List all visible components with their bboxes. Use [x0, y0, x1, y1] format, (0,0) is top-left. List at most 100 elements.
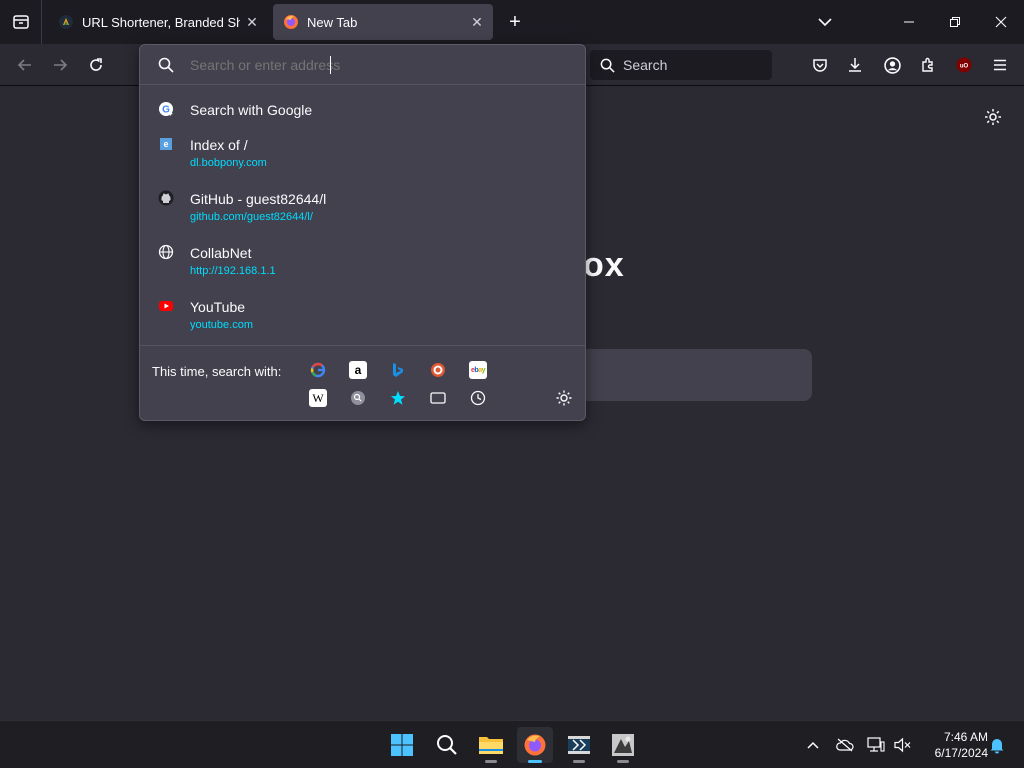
list-all-tabs-button[interactable] — [812, 10, 838, 34]
engine-wikipedia-button[interactable]: W — [309, 389, 327, 407]
google-icon: G — [159, 102, 173, 117]
close-tab-icon[interactable]: ✕ — [240, 10, 264, 34]
firefox-logo-icon — [524, 734, 546, 756]
new-tab-search-box[interactable] — [580, 349, 812, 401]
search-bar[interactable]: Search — [590, 50, 772, 80]
result-row-search-with-google[interactable]: G Search with Google — [140, 97, 585, 127]
search-bookmarks-button[interactable] — [389, 389, 407, 407]
account-button[interactable] — [877, 50, 907, 80]
one-off-search-label: This time, search with: — [152, 364, 282, 379]
ublock-origin-icon: uO — [956, 57, 972, 73]
tab-url-shortener[interactable]: URL Shortener, Branded Short Links & Ana… — [48, 4, 268, 40]
running-indicator — [528, 760, 542, 763]
address-bar-dropdown: G Search with Google e Index of / dl.bob… — [139, 44, 586, 421]
address-bar[interactable] — [140, 45, 585, 85]
clock-date: 6/17/2024 — [934, 746, 988, 760]
firefox-view-icon — [12, 15, 29, 29]
start-button[interactable] — [384, 727, 420, 763]
new-tab-button[interactable]: + — [502, 8, 528, 36]
pocket-button[interactable] — [805, 50, 835, 80]
plus-icon: + — [509, 10, 521, 33]
search-bar-label: Search — [623, 57, 668, 73]
close-window-button[interactable] — [978, 0, 1024, 44]
volume-button[interactable] — [893, 735, 913, 755]
bell-icon — [990, 739, 1004, 754]
ie-page-icon: e — [160, 138, 172, 150]
windows-logo-icon — [391, 734, 413, 756]
minimize-button[interactable] — [886, 0, 932, 44]
engine-duckduckgo-button[interactable] — [429, 361, 447, 379]
engine-google-button[interactable] — [309, 361, 327, 379]
engine-bing-button[interactable] — [389, 361, 407, 379]
text-cursor — [330, 56, 331, 74]
svg-text:uO: uO — [960, 64, 969, 70]
github-icon — [158, 190, 174, 206]
gear-icon — [985, 109, 1001, 125]
personalize-new-tab-button[interactable] — [980, 104, 1006, 130]
svg-text:e: e — [163, 139, 168, 149]
result-url: dl.bobpony.com — [190, 157, 267, 169]
running-indicator — [573, 760, 585, 763]
downloads-button[interactable] — [840, 50, 870, 80]
back-arrow-icon — [17, 59, 31, 71]
puzzle-piece-icon — [922, 57, 933, 72]
firefox-view-button[interactable] — [0, 0, 42, 44]
network-icon — [867, 737, 885, 752]
result-row-youtube[interactable]: YouTube youtube.com — [140, 295, 585, 339]
forward-button[interactable] — [45, 50, 75, 80]
minimize-icon — [904, 21, 914, 23]
show-hidden-icons-button[interactable] — [803, 735, 823, 755]
image-app-button[interactable] — [605, 727, 641, 763]
account-icon — [883, 56, 901, 74]
search-icon — [158, 55, 178, 75]
search-tabs-button[interactable] — [429, 389, 447, 407]
result-title: GitHub - guest82644/l — [190, 191, 327, 207]
cloud-offline-icon — [836, 738, 854, 752]
taskbar-search-button[interactable] — [429, 727, 465, 763]
system-clock[interactable]: 7:46 AM 6/17/2024 — [918, 729, 988, 761]
close-tab-icon[interactable]: ✕ — [465, 10, 489, 34]
notification-center-button[interactable] — [987, 735, 1007, 755]
search-icon — [437, 735, 457, 755]
extensions-button[interactable] — [913, 50, 943, 80]
engine-ebay-button[interactable]: ebay — [469, 361, 487, 379]
hamburger-menu-icon — [994, 59, 1006, 71]
close-icon — [995, 16, 1007, 28]
tab-strip: URL Shortener, Branded Short Links & Ana… — [0, 0, 1024, 44]
app-tile-icon — [612, 734, 634, 756]
result-row-index-of[interactable]: e Index of / dl.bobpony.com — [140, 133, 585, 177]
divider — [140, 345, 585, 346]
result-url: youtube.com — [190, 319, 253, 331]
tab-new-tab[interactable]: New Tab ✕ — [273, 4, 493, 40]
restore-button[interactable] — [932, 0, 978, 44]
file-explorer-button[interactable] — [473, 727, 509, 763]
media-app-button[interactable] — [561, 727, 597, 763]
result-title: CollabNet — [190, 245, 252, 261]
firefox-taskbar-button[interactable] — [517, 727, 553, 763]
onedrive-button[interactable] — [835, 735, 855, 755]
svg-text:G: G — [162, 105, 170, 116]
result-row-github[interactable]: GitHub - guest82644/l github.com/guest82… — [140, 187, 585, 231]
magnifier-circle-icon — [351, 391, 365, 405]
address-input[interactable] — [190, 56, 490, 73]
result-url: http://192.168.1.1 — [190, 265, 276, 277]
result-row-collabnet[interactable]: CollabNet http://192.168.1.1 — [140, 241, 585, 285]
search-settings-button[interactable] — [555, 389, 573, 407]
folder-icon — [479, 737, 503, 754]
app-menu-button[interactable] — [985, 50, 1015, 80]
reload-button[interactable] — [81, 50, 111, 80]
running-indicator — [485, 760, 497, 763]
windows-taskbar: 7:46 AM 6/17/2024 — [0, 720, 1024, 768]
ublock-origin-button[interactable]: uO — [949, 50, 979, 80]
back-button[interactable] — [10, 50, 40, 80]
search-icon — [600, 58, 615, 73]
firefox-logo-icon — [284, 15, 298, 29]
pocket-icon — [813, 59, 827, 72]
clock-icon — [470, 390, 486, 406]
engine-search-button[interactable] — [349, 389, 367, 407]
search-history-button[interactable] — [469, 389, 487, 407]
engine-amazon-button[interactable]: a — [349, 361, 367, 379]
reload-icon — [90, 58, 102, 71]
download-icon — [849, 58, 861, 72]
network-button[interactable] — [866, 735, 886, 755]
